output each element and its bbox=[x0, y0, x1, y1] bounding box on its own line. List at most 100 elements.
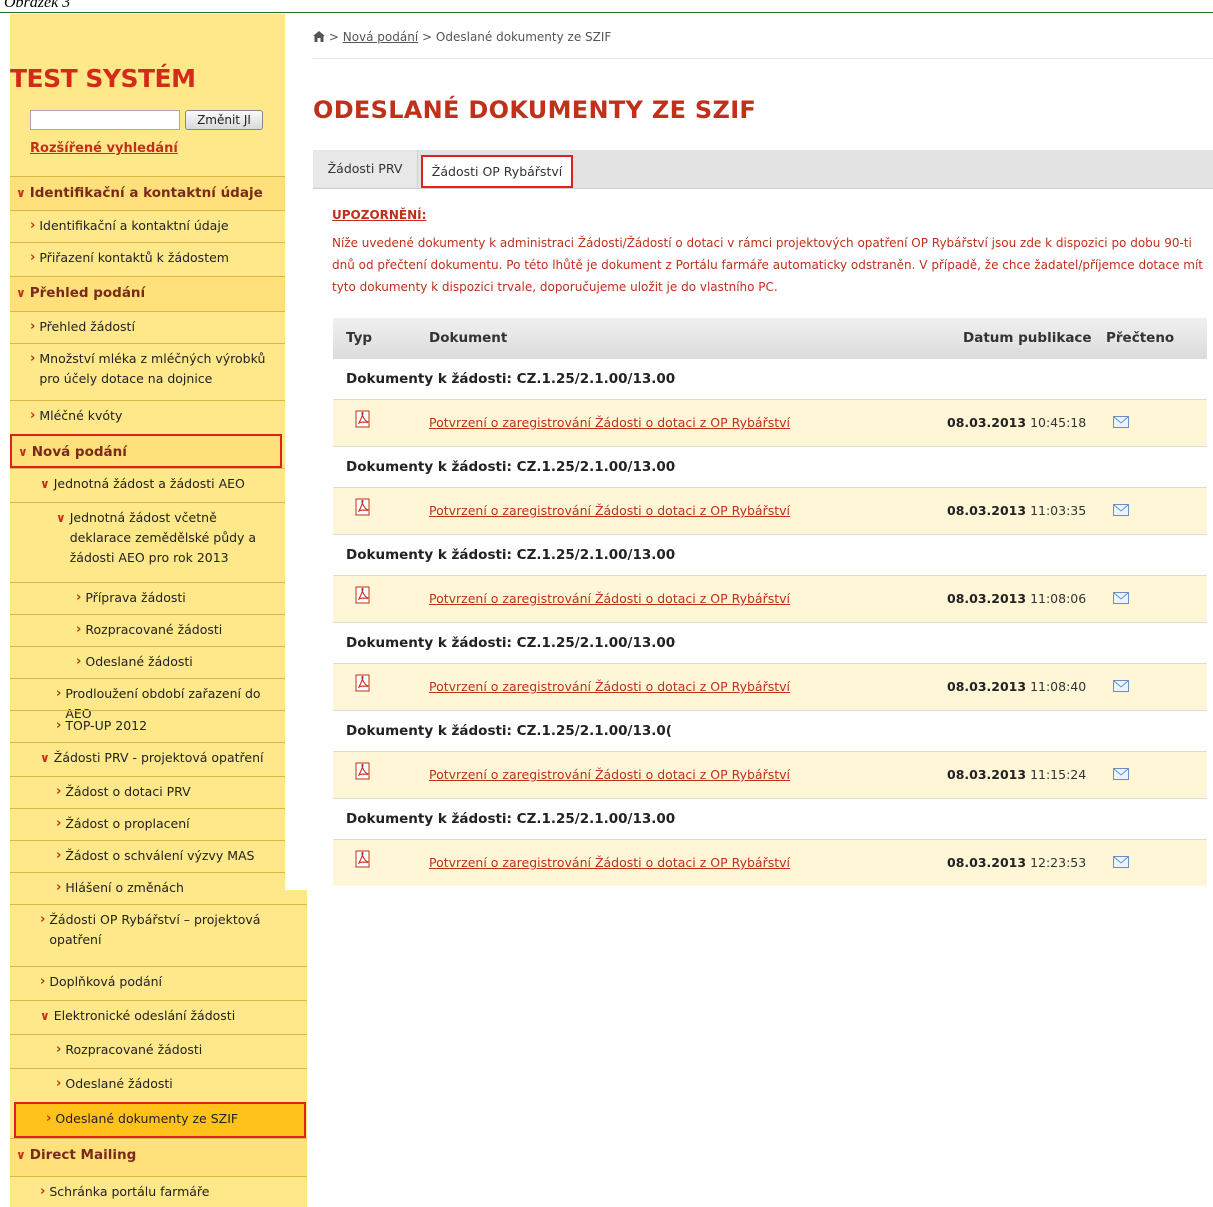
chevron-right-icon: › bbox=[30, 319, 36, 334]
header-type: Typ bbox=[346, 330, 373, 346]
sidebar-item-label: Přiřazení kontaktů k žádostem bbox=[39, 250, 229, 265]
table-header: Typ Dokument Datum publikace Přečteno bbox=[333, 318, 1207, 358]
pdf-icon[interactable] bbox=[355, 586, 371, 604]
sidebar-item-23[interactable]: ∨ Elektronické odeslání žádosti bbox=[10, 1000, 307, 1034]
group-title: Dokumenty k žádosti: CZ.1.25/2.1.00/13.0… bbox=[346, 723, 672, 739]
figure-caption: Obrázek 3 bbox=[4, 0, 71, 11]
breadcrumb-divider bbox=[313, 58, 1213, 59]
group-row: Dokumenty k žádosti: CZ.1.25/2.1.00/13.0… bbox=[333, 622, 1207, 663]
document-link[interactable]: Potvrzení o zaregistrování Žádosti o dot… bbox=[429, 503, 790, 518]
sidebar-item-label: Jednotná žádost včetně deklarace zeměděl… bbox=[69, 510, 257, 565]
chevron-down-icon: ∨ bbox=[40, 1009, 50, 1023]
chevron-right-icon: › bbox=[56, 686, 62, 701]
table-row: Potvrzení o zaregistrování Žádosti o dot… bbox=[333, 751, 1207, 798]
document-link[interactable]: Potvrzení o zaregistrování Žádosti o dot… bbox=[429, 591, 790, 606]
sidebar-item-15[interactable]: › TOP-UP 2012 bbox=[10, 710, 285, 742]
publish-date: 08.03.2013 10:45:18 bbox=[947, 415, 1086, 430]
sidebar-item-7[interactable]: › Mléčné kvóty bbox=[10, 400, 285, 434]
envelope-icon[interactable] bbox=[1113, 680, 1129, 692]
warning-title: UPOZORNĚNÍ: bbox=[332, 208, 427, 222]
sidebar-item-5[interactable]: › Přehled žádostí bbox=[10, 311, 285, 343]
warning-text: Níže uvedené dokumenty k administraci Žá… bbox=[332, 236, 1204, 294]
sidebar-item-3[interactable]: › Přiřazení kontaktů k žádostem bbox=[10, 242, 285, 276]
sidebar-item-label: Žádosti PRV - projektová opatření bbox=[53, 750, 264, 765]
sidebar-item-28[interactable]: › Schránka portálu farmáře bbox=[10, 1176, 307, 1207]
sidebar-item-24[interactable]: › Rozpracované žádosti bbox=[10, 1034, 307, 1068]
date-value: 08.03.2013 bbox=[947, 415, 1027, 430]
chevron-right-icon: › bbox=[76, 590, 82, 605]
sidebar-item-17[interactable]: › Žádost o dotaci PRV bbox=[10, 776, 285, 808]
advanced-search-link[interactable]: Rozšířené vyhledání bbox=[30, 141, 178, 156]
chevron-down-icon: ∨ bbox=[16, 286, 26, 300]
group-row: Dokumenty k žádosti: CZ.1.25/2.1.00/13.0… bbox=[333, 358, 1207, 399]
sidebar-item-25[interactable]: › Odeslané žádosti bbox=[10, 1068, 307, 1102]
publish-date: 08.03.2013 11:15:24 bbox=[947, 767, 1086, 782]
sidebar-item-2[interactable]: › Identifikační a kontaktní údaje bbox=[10, 210, 285, 242]
sidebar-item-4[interactable]: ∨ Přehled podání bbox=[10, 276, 285, 311]
envelope-icon[interactable] bbox=[1113, 856, 1129, 868]
chevron-down-icon: ∨ bbox=[16, 186, 26, 200]
documents-table: Typ Dokument Datum publikace Přečteno Do… bbox=[333, 318, 1207, 886]
pdf-icon[interactable] bbox=[355, 762, 371, 780]
pdf-icon[interactable] bbox=[355, 674, 371, 692]
sidebar-item-14[interactable]: › Prodloužení období zařazení do AEO bbox=[10, 678, 285, 721]
tab-zadosti-op-rybarstvi[interactable]: Žádosti OP Rybářství bbox=[421, 155, 573, 188]
chevron-right-icon: › bbox=[30, 218, 36, 233]
sidebar-item-label: TOP-UP 2012 bbox=[65, 718, 148, 733]
publish-date: 08.03.2013 11:08:06 bbox=[947, 591, 1086, 606]
sidebar-item-22[interactable]: › Doplňková podání bbox=[10, 966, 307, 1000]
date-value: 08.03.2013 bbox=[947, 591, 1027, 606]
envelope-icon[interactable] bbox=[1113, 416, 1129, 428]
chevron-right-icon: › bbox=[40, 974, 46, 989]
envelope-icon[interactable] bbox=[1113, 504, 1129, 516]
pdf-icon[interactable] bbox=[355, 850, 371, 868]
pdf-icon[interactable] bbox=[355, 498, 371, 516]
sidebar-item-label: Mléčné kvóty bbox=[39, 408, 123, 423]
pdf-icon[interactable] bbox=[355, 410, 371, 428]
chevron-down-icon: ∨ bbox=[18, 445, 28, 459]
sidebar-item-label: Jednotná žádost a žádosti AEO bbox=[53, 476, 245, 491]
breadcrumb-sep: > bbox=[328, 30, 339, 44]
chevron-right-icon: › bbox=[76, 654, 82, 669]
date-value: 08.03.2013 bbox=[947, 767, 1027, 782]
sidebar-item-27[interactable]: ∨ Direct Mailing bbox=[10, 1138, 307, 1176]
sidebar-item-18[interactable]: › Žádost o proplacení bbox=[10, 808, 285, 840]
tab-zadosti-prv[interactable]: Žádosti PRV bbox=[313, 150, 418, 187]
publish-date: 08.03.2013 11:03:35 bbox=[947, 503, 1086, 518]
sidebar-item-6[interactable]: › Množství mléka z mléčných výrobků pro ú… bbox=[10, 343, 285, 400]
breadcrumb-link[interactable]: Nová podání bbox=[343, 30, 418, 44]
sidebar-item-13[interactable]: › Odeslané žádosti bbox=[10, 646, 285, 678]
search-input[interactable] bbox=[30, 110, 180, 130]
sidebar-item-26[interactable]: › Odeslané dokumenty ze SZIF bbox=[14, 1102, 306, 1138]
chevron-right-icon: › bbox=[56, 816, 62, 831]
document-link[interactable]: Potvrzení o zaregistrování Žádosti o dot… bbox=[429, 415, 790, 430]
sidebar-item-19[interactable]: › Žádost o schválení výzvy MAS bbox=[10, 840, 285, 872]
sidebar-item-1[interactable]: ∨ Identifikační a kontaktní údaje bbox=[10, 176, 285, 210]
sidebar-item-16[interactable]: ∨ Žádosti PRV - projektová opatření bbox=[10, 742, 285, 776]
chevron-right-icon: › bbox=[56, 1076, 62, 1091]
sidebar-item-label: Rozpracované žádosti bbox=[85, 622, 223, 637]
sidebar-item-label: Příprava žádosti bbox=[85, 590, 186, 605]
envelope-icon[interactable] bbox=[1113, 592, 1129, 604]
chevron-right-icon: › bbox=[76, 622, 82, 637]
caption-rule bbox=[0, 12, 1213, 13]
sidebar-item-label: Elektronické odeslání žádosti bbox=[53, 1008, 236, 1023]
sidebar-item-8[interactable]: ∨ Nová podání bbox=[10, 434, 282, 468]
document-link[interactable]: Potvrzení o zaregistrování Žádosti o dot… bbox=[429, 855, 790, 870]
change-ji-button[interactable]: Změnit JI bbox=[185, 110, 263, 130]
time-value: 11:08:06 bbox=[1030, 591, 1087, 606]
sidebar-item-10[interactable]: ∨ Jednotná žádost včetně deklarace zemědě… bbox=[10, 502, 285, 582]
chevron-right-icon: › bbox=[56, 848, 62, 863]
document-link[interactable]: Potvrzení o zaregistrování Žádosti o dot… bbox=[429, 767, 790, 782]
sidebar-item-21[interactable]: › Žádosti OP Rybářství – projektová opatř… bbox=[10, 904, 307, 966]
document-link[interactable]: Potvrzení o zaregistrování Žádosti o dot… bbox=[429, 679, 790, 694]
envelope-icon[interactable] bbox=[1113, 768, 1129, 780]
sidebar-item-20[interactable]: › Hlášení o změnách bbox=[10, 872, 285, 904]
home-icon[interactable] bbox=[313, 31, 325, 42]
time-value: 10:45:18 bbox=[1030, 415, 1087, 430]
sidebar-item-11[interactable]: › Příprava žádosti bbox=[10, 582, 285, 614]
sidebar-item-label: Identifikační a kontaktní údaje bbox=[39, 218, 229, 233]
sidebar-item-12[interactable]: › Rozpracované žádosti bbox=[10, 614, 285, 646]
time-value: 11:08:40 bbox=[1030, 679, 1087, 694]
sidebar-item-9[interactable]: ∨ Jednotná žádost a žádosti AEO bbox=[10, 468, 285, 502]
